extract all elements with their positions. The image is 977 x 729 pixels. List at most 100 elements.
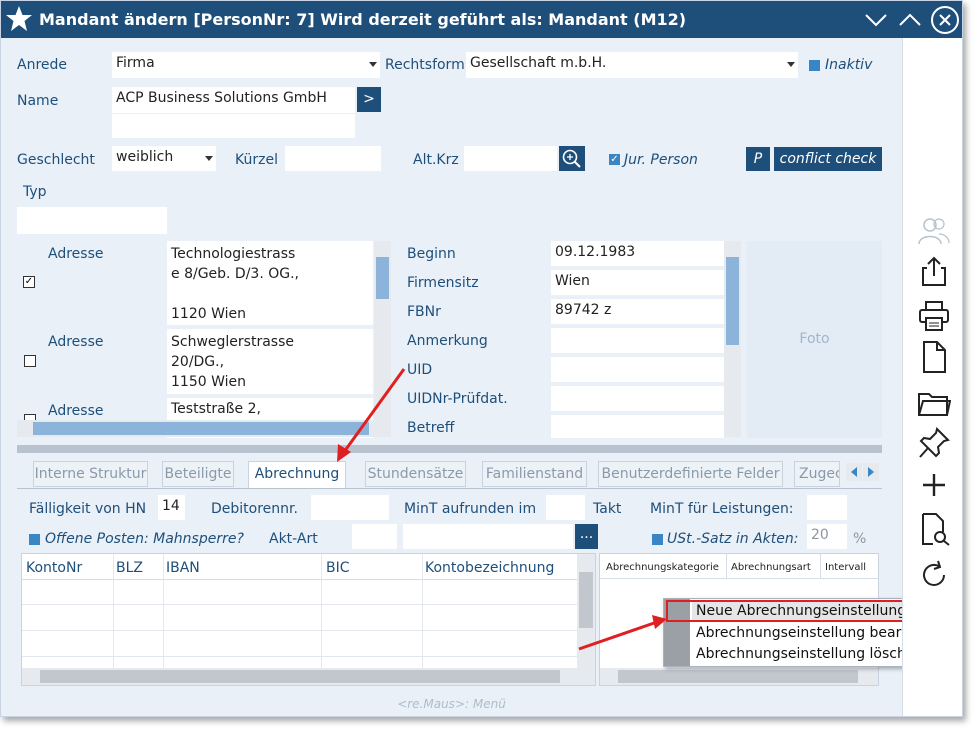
- kuerzel-input[interactable]: [285, 146, 381, 171]
- printer-icon[interactable]: [917, 299, 951, 333]
- bank-hscrollbar[interactable]: [22, 668, 595, 685]
- p-button[interactable]: P: [746, 147, 770, 171]
- column-header-blz[interactable]: BLZ: [116, 560, 143, 576]
- search-icon[interactable]: [559, 146, 585, 171]
- folder-icon[interactable]: [917, 386, 951, 420]
- column-header-abrechnungskategorie[interactable]: Abrechnungskategorie: [606, 562, 719, 573]
- detail-value[interactable]: 09.12.1983: [551, 241, 724, 266]
- address-text[interactable]: Technologiestrass e 8/Geb. D/3. OG., 112…: [167, 241, 373, 325]
- hscroll-thumb[interactable]: [40, 670, 560, 683]
- details-vscrollbar[interactable]: [724, 241, 741, 437]
- dropdown-arrow-icon: [787, 62, 795, 67]
- tab-interne-struktur[interactable]: Interne Struktur: [33, 461, 148, 487]
- menu-item-abrechnungseinstellung-loeschen[interactable]: Abrechnungseinstellung löschen: [696, 646, 923, 662]
- hscroll-thumb[interactable]: [33, 422, 369, 435]
- star-icon[interactable]: [4, 4, 34, 34]
- inaktiv-checkbox[interactable]: [809, 60, 820, 71]
- detail-value[interactable]: 89742 z: [551, 299, 724, 324]
- detail-label: Beginn: [407, 246, 456, 262]
- address-vscrollbar[interactable]: [374, 241, 391, 437]
- grid-line: [163, 554, 164, 668]
- tab-benutzerdefinierte-felder[interactable]: Benutzerdefinierte Felder: [598, 461, 783, 487]
- faelligkeit-input[interactable]: 14: [158, 495, 185, 520]
- refresh-icon[interactable]: [917, 558, 951, 592]
- hscroll-thumb[interactable]: [618, 670, 858, 683]
- detail-value[interactable]: [551, 386, 724, 411]
- column-header-abrechnungsart[interactable]: Abrechnungsart: [731, 562, 811, 573]
- faelligkeit-label: Fälligkeit von HN: [29, 501, 147, 517]
- address-label: Adresse: [48, 403, 104, 419]
- foto-placeholder[interactable]: Foto: [747, 241, 882, 438]
- footer-hint: <re.Maus>: Menü: [397, 697, 506, 711]
- debitoren-label: Debitorennr.: [211, 501, 298, 517]
- address-checkbox[interactable]: [24, 355, 36, 367]
- grid-line: [22, 656, 577, 657]
- document-search-icon[interactable]: [917, 512, 951, 546]
- tab-scroll-left-icon[interactable]: [846, 463, 862, 481]
- detail-value[interactable]: Wien: [551, 270, 724, 295]
- offene-posten-checkbox[interactable]: [29, 534, 40, 545]
- altkrz-input[interactable]: [464, 146, 557, 171]
- column-header-iban[interactable]: IBAN: [166, 560, 200, 576]
- name-label: Name: [17, 93, 59, 109]
- rechtsform-select[interactable]: Gesellschaft m.b.H.: [466, 52, 798, 78]
- aktart-browse-button[interactable]: ...: [575, 524, 598, 549]
- vscroll-thumb[interactable]: [376, 257, 389, 299]
- tab-familienstand[interactable]: Familienstand: [482, 461, 587, 487]
- typ-input[interactable]: [17, 207, 167, 234]
- detail-value[interactable]: [551, 328, 724, 353]
- address-text[interactable]: Schweglerstrasse 20/DG., 1150 Wien: [167, 329, 373, 394]
- column-header-kontobezeichnung[interactable]: Kontobezeichnung: [425, 560, 554, 576]
- grid-line: [726, 554, 727, 578]
- chevron-down-icon[interactable]: [863, 7, 889, 33]
- column-header-intervall[interactable]: Intervall: [825, 562, 866, 573]
- tab-beteiligte[interactable]: Beteiligte: [162, 461, 234, 487]
- mint-leistungen-input[interactable]: [807, 495, 847, 520]
- anrede-value: Firma: [116, 55, 155, 71]
- splitter[interactable]: [17, 445, 882, 453]
- address-checkbox[interactable]: ✓: [23, 276, 35, 288]
- address-hscrollbar[interactable]: [17, 420, 374, 437]
- dialog-window: Mandant ändern [PersonNr: 7] Wird derzei…: [0, 0, 963, 717]
- aktart-input[interactable]: [403, 524, 573, 549]
- tab-stundensaetze[interactable]: Stundensätze: [365, 461, 466, 487]
- tab-zugec[interactable]: Zugec: [794, 461, 840, 487]
- detail-value[interactable]: [551, 357, 724, 382]
- name-input-line2[interactable]: [112, 114, 355, 138]
- name-input[interactable]: ACP Business Solutions GmbH: [112, 87, 355, 113]
- address-label: Adresse: [48, 246, 104, 262]
- anrede-select[interactable]: Firma: [112, 52, 380, 78]
- detail-value[interactable]: [551, 415, 724, 438]
- close-icon[interactable]: [930, 5, 960, 35]
- new-document-icon[interactable]: [917, 340, 951, 374]
- kuerzel-label: Kürzel: [235, 152, 278, 168]
- geschlecht-select[interactable]: weiblich: [112, 146, 216, 171]
- name-expand-button[interactable]: >: [357, 87, 381, 112]
- debitoren-input[interactable]: [311, 495, 389, 520]
- column-header-bic[interactable]: BIC: [326, 560, 350, 576]
- conflict-check-button[interactable]: conflict check: [774, 147, 882, 171]
- geschlecht-label: Geschlecht: [17, 152, 95, 168]
- pin-icon[interactable]: [917, 426, 951, 460]
- mint-aufrunden-input[interactable]: [546, 495, 585, 520]
- bank-vscrollbar[interactable]: [577, 554, 595, 668]
- grid-line: [22, 630, 577, 631]
- vscroll-thumb[interactable]: [579, 572, 593, 628]
- grid-line: [22, 604, 577, 605]
- column-header-kontonr[interactable]: KontoNr: [26, 560, 82, 576]
- chevron-up-icon[interactable]: [897, 7, 923, 33]
- abr-hscrollbar[interactable]: [600, 668, 878, 685]
- geschlecht-value: weiblich: [116, 149, 174, 165]
- jur-person-checkbox[interactable]: ✓: [609, 154, 620, 165]
- share-icon[interactable]: [917, 254, 951, 288]
- tab-abrechnung[interactable]: Abrechnung: [248, 461, 346, 489]
- users-icon[interactable]: [917, 214, 951, 248]
- aktart-code-input[interactable]: [352, 524, 397, 549]
- vscroll-thumb[interactable]: [726, 257, 739, 345]
- ust-unit: %: [853, 531, 867, 547]
- ust-input[interactable]: 20: [807, 524, 847, 549]
- tab-scroll-right-icon[interactable]: [863, 463, 879, 481]
- add-icon[interactable]: [917, 468, 951, 502]
- address-list: ✓ Adresse Technologiestrass e 8/Geb. D/3…: [17, 241, 392, 438]
- ust-checkbox[interactable]: [652, 534, 663, 545]
